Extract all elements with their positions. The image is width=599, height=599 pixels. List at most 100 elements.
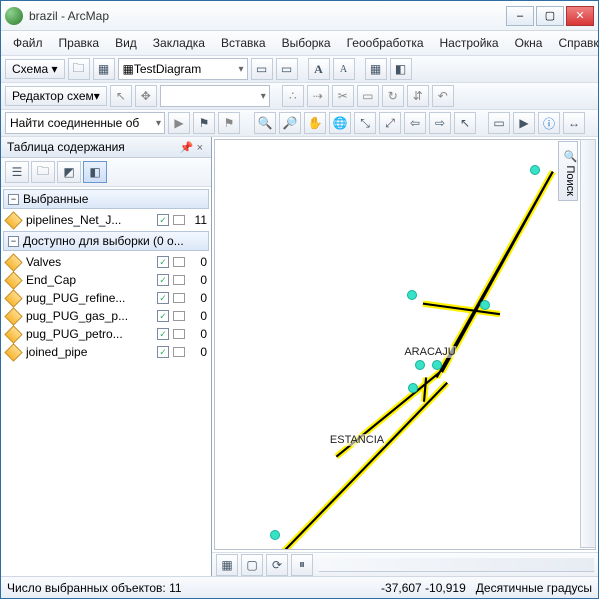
layer-symbol: [173, 311, 185, 321]
toc-pin-icon[interactable]: 📌 ×: [178, 141, 205, 154]
layer-selectable-check[interactable]: ✓: [157, 310, 169, 322]
menu-selection[interactable]: Выборка: [276, 34, 337, 52]
edit-link-icon: ⇢: [307, 85, 329, 107]
schema-dropdown[interactable]: Схема ▾: [5, 59, 65, 79]
propagate2-icon[interactable]: ▭: [276, 58, 298, 80]
layer-selectable-check[interactable]: ✓: [157, 328, 169, 340]
layer-symbol: [173, 275, 185, 285]
toc-list-by-draw-icon[interactable]: ☰: [5, 161, 29, 183]
horizontal-scrollbar[interactable]: [319, 558, 594, 572]
clear-sel-icon[interactable]: ▭: [488, 112, 510, 134]
zoom-out-icon[interactable]: 🔎: [279, 112, 301, 134]
tree-icon[interactable]: ◧: [390, 58, 412, 80]
menu-help[interactable]: Справка: [552, 34, 599, 52]
menu-windows[interactable]: Окна: [509, 34, 549, 52]
menu-file[interactable]: Файл: [7, 34, 49, 52]
menu-edit[interactable]: Правка: [53, 34, 106, 52]
next-extent-icon[interactable]: ⇨: [429, 112, 451, 134]
data-view-icon[interactable]: ▦: [216, 554, 238, 576]
menu-bookmarks[interactable]: Закладка: [147, 34, 211, 52]
find-connected-combo[interactable]: Найти соединенные об: [5, 112, 165, 134]
group-selected[interactable]: − Выбранные: [3, 189, 209, 209]
layer-count: 11: [189, 213, 207, 227]
layer-symbol: [173, 329, 185, 339]
edit-undo-icon: ↶: [432, 85, 454, 107]
layer-count: 0: [189, 291, 207, 305]
diagram-combo[interactable]: ▦ TestDiagram: [118, 58, 248, 80]
refresh-icon[interactable]: ⟳: [266, 554, 288, 576]
toc-list-by-source-icon[interactable]: 🗀: [31, 161, 55, 183]
font-inc-icon[interactable]: A: [308, 58, 330, 80]
layer-row[interactable]: End_Cap✓0: [1, 271, 211, 289]
side-tab-search[interactable]: 🔍 Поиск: [558, 141, 578, 201]
close-button[interactable]: ✕: [566, 6, 594, 26]
group-available[interactable]: − Доступно для выборки (0 о...: [3, 231, 209, 251]
layer-row[interactable]: Valves✓0: [1, 253, 211, 271]
layer-count: 0: [189, 327, 207, 341]
layer-diamond-icon: [4, 253, 22, 271]
identify-icon[interactable]: ⓘ: [538, 112, 560, 134]
layout-view-icon[interactable]: ▢: [241, 554, 263, 576]
layer-symbol: [173, 257, 185, 267]
status-coords: -37,607 -10,919: [381, 581, 466, 595]
full-extent-icon[interactable]: 🌐: [329, 112, 351, 134]
flag2-icon: ⚑: [218, 112, 240, 134]
pause-icon[interactable]: ⏸: [291, 554, 313, 576]
vertical-scrollbar[interactable]: [580, 139, 596, 548]
layer-row[interactable]: pipelines_Net_J... ✓ 11: [1, 211, 211, 229]
schema-tool-icon[interactable]: ▦: [93, 58, 115, 80]
zoom-fit-in-icon[interactable]: ⤡: [354, 112, 376, 134]
edit-rotate-icon: ↻: [382, 85, 404, 107]
grid-icon[interactable]: ▦: [365, 58, 387, 80]
map-canvas[interactable]: ARACAJU ESTANCIA: [214, 139, 596, 550]
flag-icon[interactable]: ⚑: [193, 112, 215, 134]
node-icon: [432, 360, 442, 370]
measure-icon[interactable]: ↔: [563, 112, 585, 134]
layer-selectable-check[interactable]: ✓: [157, 274, 169, 286]
find-run-icon[interactable]: ▶: [168, 112, 190, 134]
layer-name: End_Cap: [26, 273, 153, 287]
layer-selectable-check[interactable]: ✓: [157, 214, 169, 226]
layer-diamond-icon: [4, 211, 22, 229]
layer-count: 0: [189, 309, 207, 323]
layer-row[interactable]: pug_PUG_gas_p...✓0: [1, 307, 211, 325]
layer-symbol: [173, 215, 185, 225]
minimize-button[interactable]: –: [506, 6, 534, 26]
collapse-icon[interactable]: −: [8, 194, 19, 205]
edit-pointer-icon: ↖: [110, 85, 132, 107]
menu-view[interactable]: Вид: [109, 34, 143, 52]
font-dec-icon[interactable]: A: [333, 58, 355, 80]
layer-row[interactable]: pug_PUG_refine...✓0: [1, 289, 211, 307]
collapse-icon[interactable]: −: [8, 236, 19, 247]
layer-selectable-check[interactable]: ✓: [157, 292, 169, 304]
layer-selectable-check[interactable]: ✓: [157, 346, 169, 358]
propagate-icon[interactable]: ▭: [251, 58, 273, 80]
node-icon: [480, 300, 490, 310]
layer-name: pipelines_Net_J...: [26, 213, 153, 227]
layer-symbol: [173, 293, 185, 303]
pan-icon[interactable]: ✋: [304, 112, 326, 134]
node-icon: [407, 290, 417, 300]
edit-combo[interactable]: [160, 85, 270, 107]
layer-row[interactable]: pug_PUG_petro...✓0: [1, 325, 211, 343]
status-units: Десятичные градусы: [476, 581, 592, 595]
maximize-button[interactable]: ▢: [536, 6, 564, 26]
prev-extent-icon[interactable]: ⇦: [404, 112, 426, 134]
layer-row[interactable]: joined_pipe✓0: [1, 343, 211, 361]
menubar: Файл Правка Вид Закладка Вставка Выборка…: [1, 31, 598, 56]
menu-customize[interactable]: Настройка: [434, 34, 505, 52]
select-cursor-icon[interactable]: ↖: [454, 112, 476, 134]
zoom-in-icon[interactable]: 🔍: [254, 112, 276, 134]
toc-titlebar: Таблица содержания 📌 ×: [1, 137, 211, 158]
menu-geoprocessing[interactable]: Геообработка: [341, 34, 430, 52]
app-window: brazil - ArcMap – ▢ ✕ Файл Правка Вид За…: [0, 0, 599, 599]
toc-list-by-vis-icon[interactable]: ◩: [57, 161, 81, 183]
layer-selectable-check[interactable]: ✓: [157, 256, 169, 268]
zoom-fit-out-icon[interactable]: ⤢: [379, 112, 401, 134]
schema-editor-dropdown[interactable]: Редактор схем▾: [5, 86, 107, 106]
menu-insert[interactable]: Вставка: [215, 34, 272, 52]
select-arrow-icon[interactable]: ▶: [513, 112, 535, 134]
statusbar: Число выбранных объектов: 11 -37,607 -10…: [1, 576, 598, 598]
schema-open-icon[interactable]: 🗀: [68, 58, 90, 80]
toc-list-by-sel-icon[interactable]: ◧: [83, 161, 107, 183]
